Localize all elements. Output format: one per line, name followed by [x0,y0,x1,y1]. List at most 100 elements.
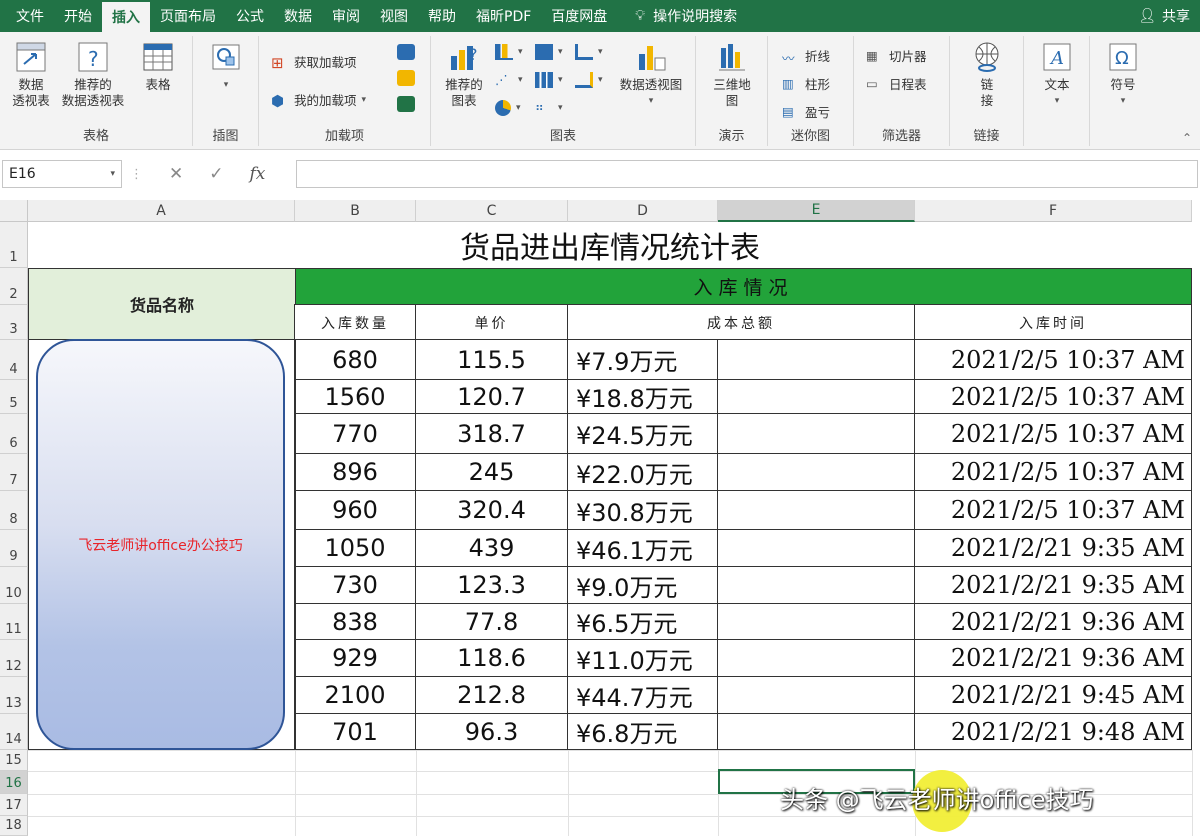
combo-chart-button[interactable]: ▾ [575,72,603,88]
tell-me-search[interactable]: 💡︎ 操作说明搜索 [617,0,737,32]
formula-input[interactable] [296,160,1198,188]
cell-cost[interactable]: ¥6.5万元 [567,603,718,640]
bing-maps-button[interactable] [397,44,415,60]
recommended-pivot-button[interactable]: ? 推荐的 数据透视表 [56,40,130,109]
people-graph-button[interactable] [397,70,415,86]
scatter-chart-button[interactable]: ⠶ ▾ [535,100,563,116]
cell-qty[interactable]: 1050 [294,529,416,567]
cancel-icon[interactable]: ✕ [169,164,183,184]
cell-price[interactable]: 318.7 [415,413,568,454]
slicer-button[interactable]: ▦ 切片器 [866,46,927,65]
column-header-D[interactable]: D [568,200,718,222]
tab-5[interactable]: 数据 [274,0,322,32]
cell-price[interactable]: 123.3 [415,566,568,604]
row-header-1[interactable]: 1 [0,222,28,268]
row-header-13[interactable]: 13 [0,677,28,714]
cell-cost[interactable]: ¥30.8万元 [567,490,718,530]
cell-cost[interactable]: ¥44.7万元 [567,676,718,714]
cell-cost[interactable]: ¥22.0万元 [567,453,718,491]
get-addins-button[interactable]: ⊞ 获取加载项 [271,52,357,72]
cell-time[interactable]: 2021/2/21 9:45 AM [914,676,1192,714]
row-header-16[interactable]: 16 [0,771,28,794]
cell-time[interactable]: 2021/2/5 10:37 AM [914,379,1192,414]
row-header-6[interactable]: 6 [0,414,28,454]
goods-name-header[interactable]: 货品名称 [28,268,296,340]
cell-time[interactable]: 2021/2/21 9:48 AM [914,713,1192,750]
cell-cost[interactable]: ¥6.8万元 [567,713,718,750]
name-box-dropdown-icon[interactable]: ▾ [110,169,115,179]
cell-time[interactable]: 2021/2/5 10:37 AM [914,339,1192,380]
cell-cost[interactable]: ¥24.5万元 [567,413,718,454]
sparkline-column-button[interactable]: ▥ 柱形 [782,74,830,93]
row-header-15[interactable]: 15 [0,750,28,771]
3d-map-button[interactable]: 三维地 图 [708,40,756,109]
sheet-title[interactable]: 货品进出库情况统计表 [28,222,1192,268]
cell-price[interactable]: 439 [415,529,568,567]
cell-cost[interactable]: ¥46.1万元 [567,529,718,567]
tab-8[interactable]: 帮助 [418,0,466,32]
recommended-charts-button[interactable]: ? 推荐的 图表 [439,40,489,109]
cell-qty[interactable]: 2100 [294,676,416,714]
cell-empty[interactable] [717,413,915,454]
row-header-8[interactable]: 8 [0,491,28,530]
cell-qty[interactable]: 701 [294,713,416,750]
tab-4[interactable]: 公式 [226,0,274,32]
cell-empty[interactable] [717,566,915,604]
illustrations-button[interactable]: ▾ [205,40,247,93]
cell-empty[interactable] [717,676,915,714]
cell-time[interactable]: 2021/2/5 10:37 AM [914,413,1192,454]
share-button[interactable]: 👤︎ 共享 [1138,0,1190,32]
cell-price[interactable]: 118.6 [415,639,568,677]
pivot-chart-button[interactable]: 数据透视图 ▾ [611,40,691,109]
collapse-ribbon-icon[interactable]: ⌃ [1182,131,1192,145]
sparkline-winloss-button[interactable]: ▤ 盈亏 [782,102,830,121]
row-header-10[interactable]: 10 [0,567,28,604]
statistic-chart-button[interactable]: ▾ [535,72,563,88]
cell-price[interactable]: 120.7 [415,379,568,414]
pivot-table-button[interactable]: 数据 透视表 [6,40,56,109]
cell-price[interactable]: 320.4 [415,490,568,530]
pie-chart-button[interactable]: ▾ [495,100,521,116]
tab-6[interactable]: 审阅 [322,0,370,32]
row-header-11[interactable]: 11 [0,604,28,640]
column-header-F[interactable]: F [915,200,1192,222]
row-header-2[interactable]: 2 [0,268,28,305]
cell-qty[interactable]: 1560 [294,379,416,414]
column-header-E[interactable]: E [718,200,915,222]
worksheet-grid[interactable]: ABCDEF 1 2 3 4 5 6 7 8 9 10 11 12 13 14 15 16 17 18 货品进出库… [0,200,1200,836]
insert-function-icon[interactable]: fx [250,164,266,184]
row-header-12[interactable]: 12 [0,640,28,677]
column-header-B[interactable]: B [295,200,416,222]
tab-2[interactable]: 插入 [102,2,150,32]
cell-qty[interactable]: 730 [294,566,416,604]
cell-qty[interactable]: 960 [294,490,416,530]
row-header-5[interactable]: 5 [0,380,28,414]
enter-icon[interactable]: ✓ [209,164,223,184]
cell-price[interactable]: 77.8 [415,603,568,640]
cell-time[interactable]: 2021/2/21 9:35 AM [914,566,1192,604]
sub-header-3[interactable]: 入库时间 [914,304,1192,341]
cell-qty[interactable]: 770 [294,413,416,454]
cell-empty[interactable] [717,713,915,750]
tab-7[interactable]: 视图 [370,0,418,32]
line-chart-button[interactable]: ⋰ ▾ [495,72,523,88]
cell-price[interactable]: 96.3 [415,713,568,750]
cell-empty[interactable] [717,529,915,567]
row-header-7[interactable]: 7 [0,454,28,491]
row-header-4[interactable]: 4 [0,340,28,380]
timeline-button[interactable]: ▭ 日程表 [866,74,927,93]
row-header-17[interactable]: 17 [0,794,28,816]
visio-button[interactable] [397,96,415,112]
column-header-C[interactable]: C [416,200,568,222]
cell-qty[interactable]: 838 [294,603,416,640]
cell-empty[interactable] [717,379,915,414]
column-chart-button[interactable]: ▾ [495,44,523,60]
cell-empty[interactable] [717,639,915,677]
name-box[interactable]: E16 ▾ [2,160,122,188]
symbol-button[interactable]: Ω 符号 ▾ [1102,40,1144,109]
row-header-14[interactable]: 14 [0,714,28,750]
rounded-rectangle-shape[interactable]: 飞云老师讲office办公技巧 [36,339,285,750]
cell-empty[interactable] [717,453,915,491]
column-header-A[interactable]: A [28,200,295,222]
cell-time[interactable]: 2021/2/21 9:36 AM [914,639,1192,677]
